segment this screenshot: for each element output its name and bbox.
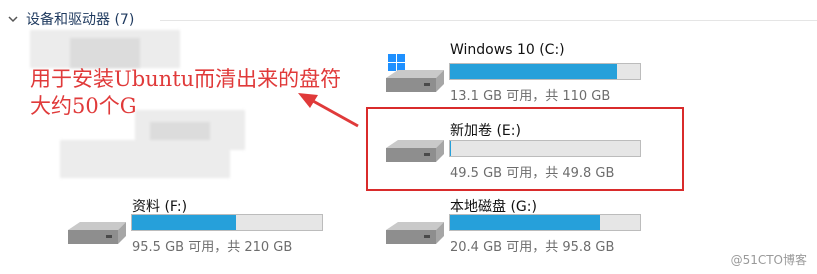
annotation-arrow-icon [298, 93, 359, 128]
annotation-text: 用于安装Ubuntu而清出来的盘符 大约50个G [30, 66, 341, 120]
watermark: @51CTO博客 [730, 253, 807, 267]
annotation-line: 大约50个G [30, 94, 137, 118]
annotation-line: 用于安装Ubuntu而清出来的盘符 [30, 67, 342, 91]
